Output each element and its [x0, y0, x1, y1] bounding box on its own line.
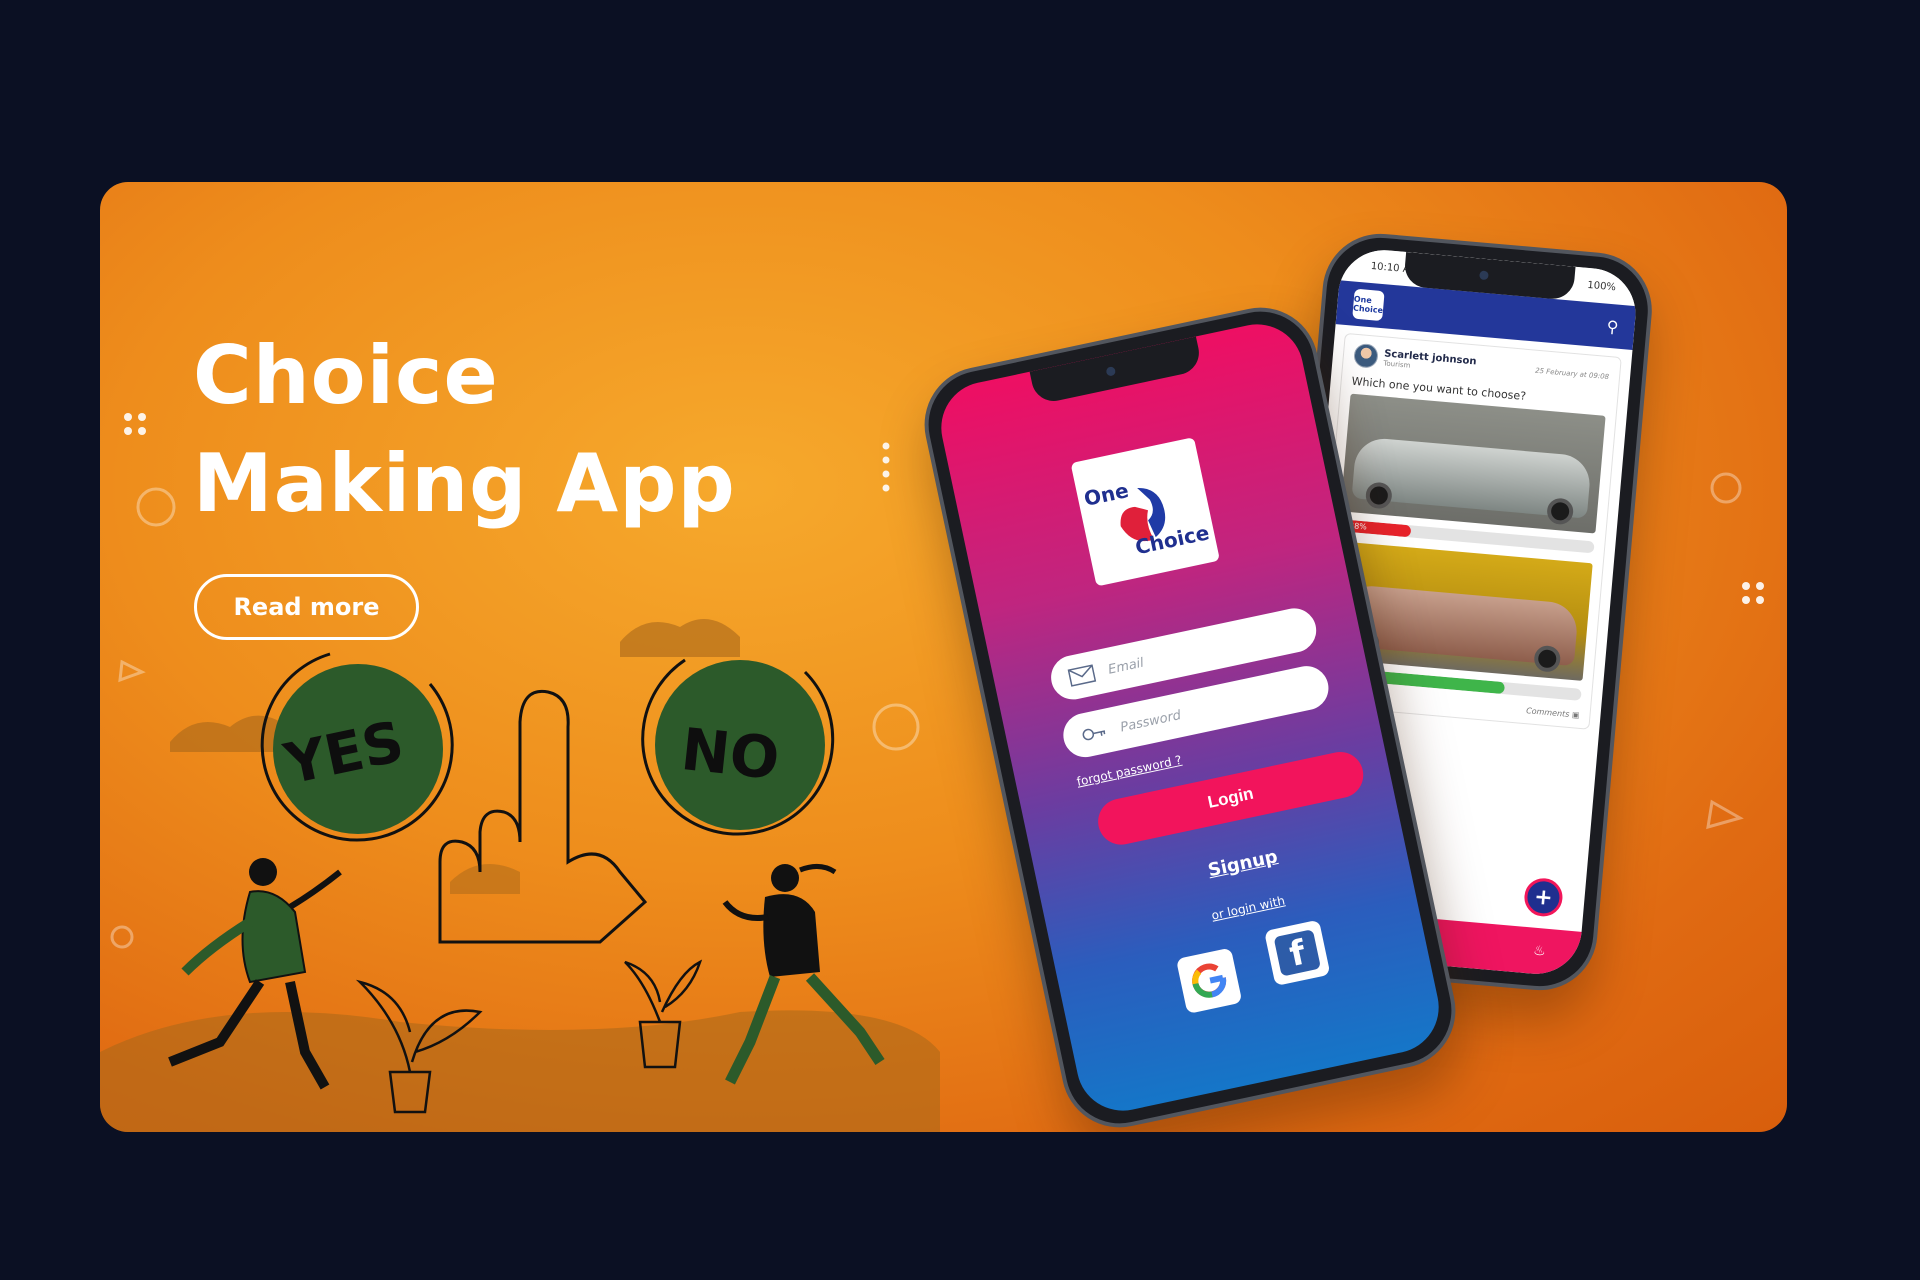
facebook-icon: f	[1273, 929, 1321, 977]
facebook-login-button[interactable]: f	[1264, 919, 1331, 987]
pointing-hand-icon	[438, 689, 648, 944]
signup-link[interactable]: Signup	[1206, 846, 1279, 881]
one-choice-logo: One Choice	[1070, 437, 1220, 587]
status-battery: 100%	[1586, 279, 1617, 293]
hero-banner: Choice Making App Read more YES NO 10:10…	[100, 182, 1787, 1132]
app-logo[interactable]: One Choice	[1352, 288, 1385, 322]
or-login-with-label: or login with	[1210, 893, 1287, 923]
envelope-icon	[1067, 664, 1097, 687]
no-label: NO	[678, 715, 782, 793]
key-icon	[1082, 728, 1106, 741]
bell-icon[interactable]: ♨	[1533, 943, 1547, 960]
google-login-button[interactable]	[1175, 947, 1243, 1014]
avatar[interactable]	[1352, 342, 1379, 369]
search-icon[interactable]: ⚲	[1606, 316, 1619, 336]
option1-image[interactable]	[1340, 393, 1606, 534]
facebook-letter: f	[1286, 932, 1309, 975]
comments-label[interactable]: Comments	[1526, 706, 1570, 719]
post-date: 25 February at 09:08	[1534, 366, 1610, 382]
comment-icon: ▣	[1571, 710, 1580, 720]
email-placeholder: Email	[1106, 655, 1146, 678]
yes-no-illustration: YES NO	[100, 619, 940, 1132]
forgot-password-link[interactable]: forgot password ?	[1075, 753, 1182, 789]
password-placeholder: Password	[1119, 707, 1183, 735]
google-icon	[1192, 963, 1227, 998]
add-post-button[interactable]: +	[1522, 876, 1565, 918]
author-block: Scarlett johnson Tourism	[1383, 348, 1477, 375]
